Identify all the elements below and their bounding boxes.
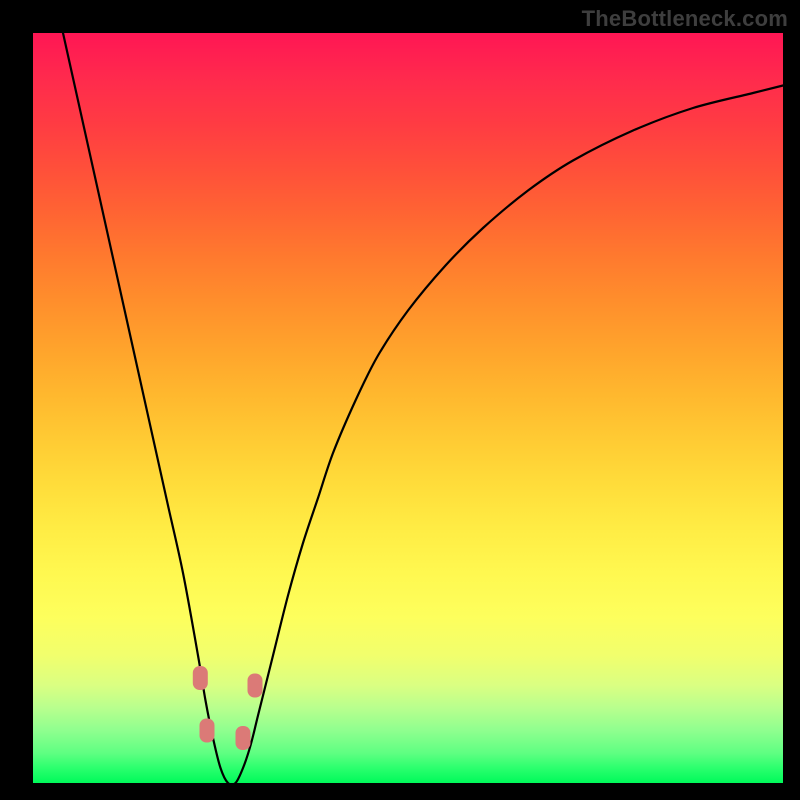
curve-marker [236, 726, 251, 750]
curve-path [63, 33, 783, 785]
curve-marker [248, 674, 263, 698]
plot-area [33, 33, 783, 783]
chart-frame: TheBottleneck.com [0, 0, 800, 800]
bottleneck-curve [33, 33, 783, 783]
curve-marker [200, 719, 215, 743]
curve-marker [193, 666, 208, 690]
watermark-text: TheBottleneck.com [582, 6, 788, 32]
